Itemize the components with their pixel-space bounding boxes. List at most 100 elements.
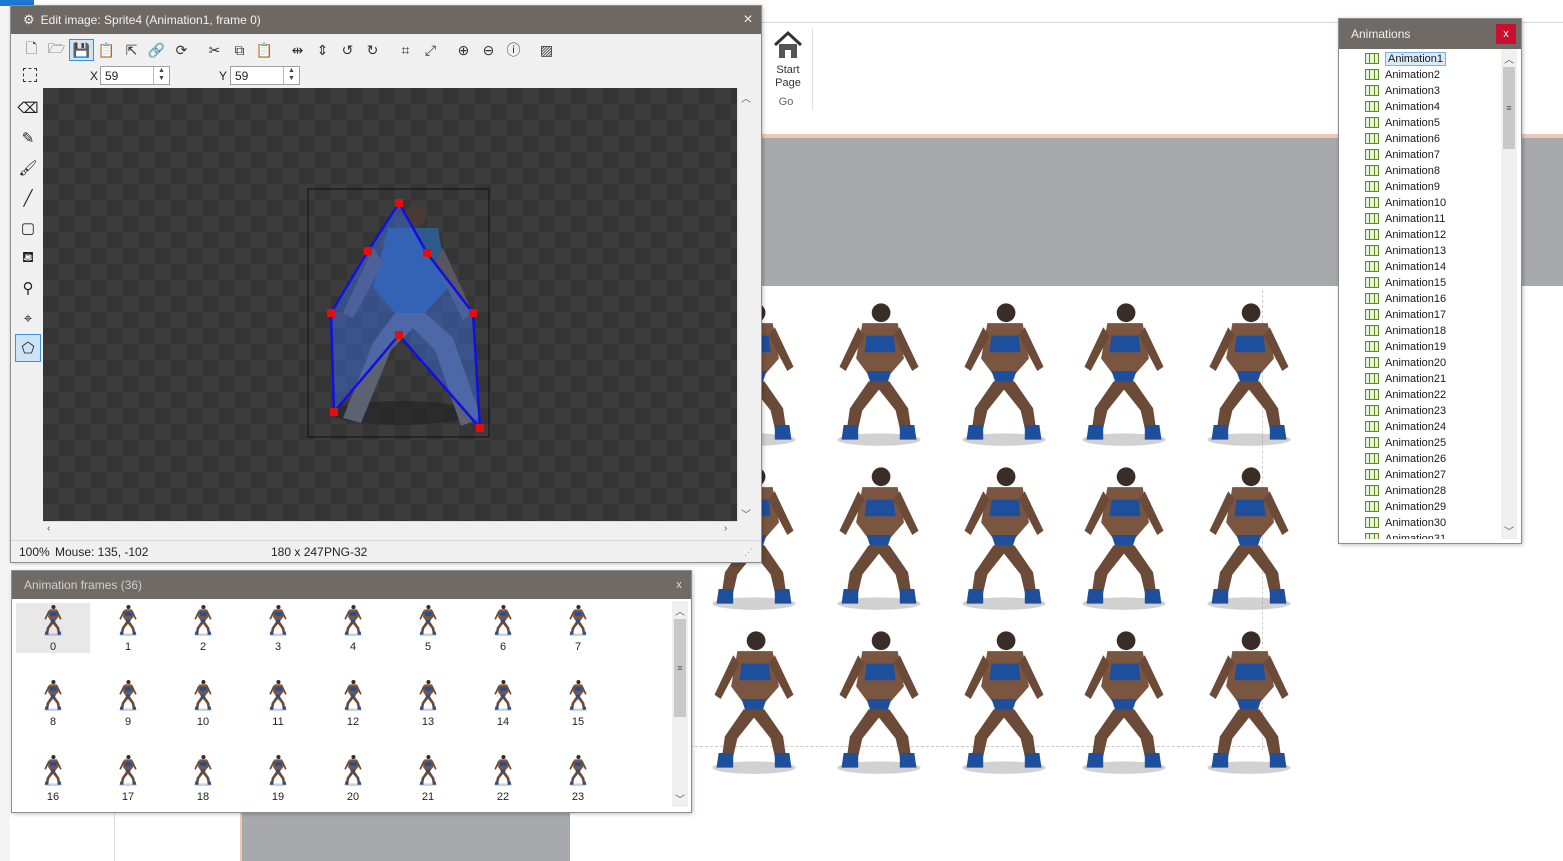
scroll-up-icon[interactable]: ︿ [741, 90, 751, 105]
animation-list-item[interactable]: Animation19 [1365, 339, 1446, 354]
frame-thumbnail[interactable]: 5 [391, 603, 465, 653]
animation-list-item[interactable]: Animation16 [1365, 291, 1446, 306]
animation-list-item[interactable]: Animation22 [1365, 387, 1446, 402]
frame-thumbnail[interactable]: 14 [466, 678, 540, 728]
animation-list-item[interactable]: Animation31 [1365, 531, 1446, 539]
animation-list-item[interactable]: Animation21 [1365, 371, 1446, 386]
image-canvas[interactable] [43, 88, 737, 521]
resize-icon[interactable]: ⤢ [418, 39, 443, 61]
frame-thumbnail[interactable]: 3 [241, 603, 315, 653]
animation-list-item[interactable]: Animation26 [1365, 451, 1446, 466]
frame-thumbnail[interactable]: 10 [166, 678, 240, 728]
scroll-down-icon[interactable]: ﹀ [675, 791, 685, 806]
polygon-mask-icon[interactable]: ⬠ [15, 334, 41, 362]
frame-thumbnail[interactable]: 18 [166, 753, 240, 803]
animation-list-item[interactable]: Animation8 [1365, 163, 1440, 178]
animation-list-item[interactable]: Animation1 [1365, 51, 1447, 66]
rotate-left-icon[interactable]: ↺ [335, 39, 360, 61]
frame-thumbnail[interactable]: 1 [91, 603, 165, 653]
animation-list-item[interactable]: Animation9 [1365, 179, 1440, 194]
canvas-vertical-scrollbar[interactable]: ︿ ﹀ [737, 88, 753, 521]
animation-list-item[interactable]: Animation10 [1365, 195, 1446, 210]
animation-list-item[interactable]: Animation27 [1365, 467, 1446, 482]
flip-vertical-icon[interactable]: ⇕ [310, 39, 335, 61]
animation-list-item[interactable]: Animation30 [1365, 515, 1446, 530]
scroll-up-icon[interactable]: ︿ [1504, 51, 1514, 66]
frame-thumbnail[interactable]: 6 [466, 603, 540, 653]
close-button[interactable]: x [1496, 24, 1516, 44]
animation-list-item[interactable]: Animation4 [1365, 99, 1440, 114]
frame-thumbnail[interactable]: 7 [541, 603, 615, 653]
canvas-horizontal-scrollbar[interactable]: ‹ › [43, 521, 737, 537]
x-spinbox[interactable]: 59 ▲ ▼ [100, 66, 170, 85]
scroll-down-icon[interactable]: ﹀ [741, 506, 751, 521]
frame-thumbnail[interactable]: 8 [16, 678, 90, 728]
save-icon[interactable]: 💾 [69, 39, 94, 61]
fill-icon[interactable]: ⛾ [15, 244, 41, 272]
transparency-icon[interactable]: ▨ [534, 39, 559, 61]
brush-icon[interactable]: 🖌 [15, 154, 41, 182]
spin-arrows-icon[interactable]: ▲ ▼ [283, 67, 299, 84]
animation-frames-titlebar[interactable]: Animation frames (36) x [12, 571, 691, 599]
eraser-icon[interactable]: ⌫ [15, 94, 41, 122]
scroll-right-icon[interactable]: › [724, 523, 727, 534]
y-spinbox[interactable]: 59 ▲ ▼ [230, 66, 300, 85]
animation-list-item[interactable]: Animation28 [1365, 483, 1446, 498]
scroll-up-icon[interactable]: ︿ [675, 603, 685, 618]
zoom-out-icon[interactable]: ⊖ [476, 39, 501, 61]
animation-list-item[interactable]: Animation11 [1365, 211, 1445, 226]
refresh-icon[interactable]: ⟳ [169, 39, 194, 61]
close-button[interactable]: x [667, 579, 691, 591]
zoom-actual-icon[interactable]: ⓘ [501, 39, 526, 61]
frames-scrollbar[interactable]: ︿ ≡ ﹀ [672, 601, 688, 807]
resize-grip-icon[interactable]: ⋰ [744, 547, 753, 558]
crop-icon[interactable]: ⌗ [393, 39, 418, 61]
animation-list-item[interactable]: Animation29 [1365, 499, 1446, 514]
frame-thumbnail[interactable]: 0 [16, 603, 90, 653]
frame-thumbnail[interactable]: 16 [16, 753, 90, 803]
scroll-left-icon[interactable]: ‹ [47, 523, 50, 534]
animation-list-item[interactable]: Animation12 [1365, 227, 1446, 242]
frame-thumbnail[interactable]: 15 [541, 678, 615, 728]
copy-icon[interactable]: ⧉ [227, 39, 252, 61]
pencil-icon[interactable]: ✎ [15, 124, 41, 152]
new-icon[interactable]: 🗋 [19, 39, 44, 61]
edit-image-titlebar[interactable]: ⚙ Edit image: Sprite4 (Animation1, frame… [11, 6, 761, 34]
frame-thumbnail[interactable]: 11 [241, 678, 315, 728]
close-button[interactable]: × [735, 11, 761, 29]
animation-list-item[interactable]: Animation23 [1365, 403, 1446, 418]
eyedropper-icon[interactable]: ⚲ [15, 274, 41, 302]
animation-list-item[interactable]: Animation5 [1365, 115, 1440, 130]
rectangle-icon[interactable]: ▢ [15, 214, 41, 242]
animation-list-item[interactable]: Animation15 [1365, 275, 1446, 290]
frame-thumbnail[interactable]: 20 [316, 753, 390, 803]
animation-list-item[interactable]: Animation7 [1365, 147, 1440, 162]
animation-list-item[interactable]: Animation13 [1365, 243, 1446, 258]
select-rectangle-icon[interactable] [23, 68, 37, 82]
scrollbar-thumb[interactable]: ≡ [1503, 67, 1515, 149]
animation-list-item[interactable]: Animation17 [1365, 307, 1446, 322]
animation-list-item[interactable]: Animation18 [1365, 323, 1446, 338]
animation-list-item[interactable]: Animation14 [1365, 259, 1446, 274]
frame-thumbnail[interactable]: 9 [91, 678, 165, 728]
animations-titlebar[interactable]: Animations x [1339, 19, 1521, 49]
origin-icon[interactable]: ⌖ [15, 304, 41, 332]
animation-list-item[interactable]: Animation3 [1365, 83, 1440, 98]
frame-thumbnail[interactable]: 12 [316, 678, 390, 728]
animation-list-item[interactable]: Animation2 [1365, 67, 1440, 82]
animations-scrollbar[interactable]: ︿ ≡ ﹀ [1501, 49, 1517, 539]
frame-thumbnail[interactable]: 13 [391, 678, 465, 728]
paste-icon[interactable]: 📋 [252, 39, 277, 61]
frame-thumbnail[interactable]: 23 [541, 753, 615, 803]
frame-thumbnail[interactable]: 4 [316, 603, 390, 653]
spin-arrows-icon[interactable]: ▲ ▼ [153, 67, 169, 84]
animation-list-item[interactable]: Animation6 [1365, 131, 1440, 146]
start-page-button[interactable]: Start Page [766, 30, 810, 90]
frame-thumbnail[interactable]: 2 [166, 603, 240, 653]
export-icon[interactable]: ⇱ [119, 39, 144, 61]
frame-thumbnail[interactable]: 21 [391, 753, 465, 803]
line-icon[interactable]: ╱ [15, 184, 41, 212]
paste-new-icon[interactable]: 📋 [94, 39, 119, 61]
scrollbar-thumb[interactable]: ≡ [674, 619, 686, 717]
flip-horizontal-icon[interactable]: ⇹ [285, 39, 310, 61]
